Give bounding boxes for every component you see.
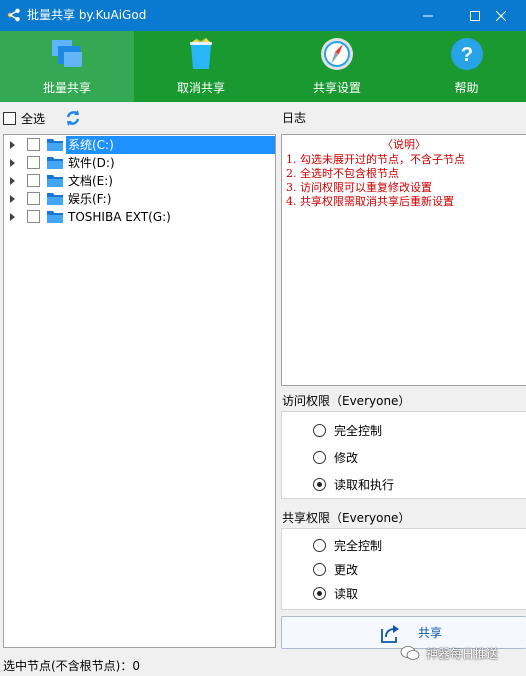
- radio-label: 完全控制: [334, 423, 383, 438]
- select-all-label: 全选: [21, 111, 46, 126]
- radio-button[interactable]: [313, 423, 326, 437]
- drive-name: 娱乐(F:): [68, 192, 112, 206]
- refresh-icon[interactable]: [63, 108, 83, 128]
- close-button[interactable]: [476, 0, 526, 31]
- access-read-execute-radio[interactable]: 读取和执行: [313, 476, 394, 492]
- expand-arrow-icon[interactable]: [10, 195, 15, 203]
- tree-item-g[interactable]: TOSHIBA EXT(G:): [4, 208, 275, 226]
- access-full-control-radio[interactable]: 完全控制: [313, 422, 382, 438]
- log-line: 2. 全选时不包含根节点: [286, 167, 399, 180]
- log-textbox[interactable]: 〈说明〉 1. 勾选未展开过的节点，不含子节点 2. 全选时不包含根节点 3. …: [281, 134, 526, 386]
- radio-label: 修改: [334, 450, 359, 465]
- share-folders-icon: [52, 40, 82, 67]
- drive-checkbox[interactable]: [27, 210, 40, 223]
- watermark-text: 神器每日推送: [426, 646, 499, 661]
- trash-bin-icon: [190, 38, 212, 69]
- tab-help-label: 帮助: [454, 81, 479, 95]
- folder-icon: [47, 193, 63, 205]
- svg-text:?: ?: [460, 44, 472, 66]
- expand-arrow-icon[interactable]: [10, 159, 15, 167]
- radio-label: 读取和执行: [334, 477, 395, 492]
- log-line: 4. 共享权限需取消共享后重新设置: [286, 195, 454, 208]
- drive-checkbox[interactable]: [27, 174, 40, 187]
- drive-name: TOSHIBA EXT(G:): [68, 210, 171, 224]
- radio-label: 更改: [334, 562, 359, 577]
- help-icon: ?: [450, 38, 483, 70]
- folder-icon: [47, 157, 63, 169]
- tree-item-e[interactable]: 文档(E:): [4, 172, 275, 190]
- access-permission-title: 访问权限（Everyone）: [282, 394, 411, 408]
- tab-help[interactable]: ? 帮助: [407, 31, 526, 102]
- share-full-control-radio[interactable]: 完全控制: [313, 537, 382, 553]
- drive-name: 文档(E:): [68, 174, 113, 188]
- radio-button[interactable]: [313, 477, 326, 491]
- close-icon: [496, 10, 506, 21]
- window-title: 批量共享 by.KuAiGod: [27, 8, 147, 22]
- share-app-icon: [7, 8, 20, 22]
- tree-item-c[interactable]: 系统(C:): [4, 136, 275, 154]
- tab-cancel-share[interactable]: 取消共享: [134, 31, 268, 102]
- log-heading: 〈说明〉: [382, 138, 426, 151]
- compass-icon: [321, 38, 353, 70]
- radio-button[interactable]: [313, 562, 326, 576]
- select-all-checkbox[interactable]: 全选: [3, 110, 45, 126]
- select-all-box[interactable]: [3, 111, 16, 125]
- share-permission-title: 共享权限（Everyone）: [282, 511, 411, 525]
- folder-icon: [47, 175, 63, 187]
- radio-label: 读取: [334, 586, 359, 601]
- share-change-radio[interactable]: 更改: [313, 561, 358, 577]
- expand-arrow-icon[interactable]: [10, 141, 15, 149]
- title-bar: 批量共享 by.KuAiGod: [0, 0, 526, 31]
- tab-cancel-share-label: 取消共享: [176, 81, 225, 95]
- log-title: 日志: [282, 111, 307, 125]
- tab-batch-share[interactable]: 批量共享: [0, 31, 134, 102]
- tab-share-settings[interactable]: 共享设置: [270, 31, 404, 102]
- drive-name: 系统(C:): [68, 138, 114, 152]
- log-line: 1. 勾选未展开过的节点，不含子节点: [286, 153, 465, 166]
- drive-checkbox[interactable]: [27, 156, 40, 169]
- tree-item-d[interactable]: 软件(D:): [4, 154, 275, 172]
- log-line: 3. 访问权限可以重复修改设置: [286, 181, 432, 194]
- tab-batch-share-label: 批量共享: [42, 81, 91, 95]
- access-modify-radio[interactable]: 修改: [313, 449, 358, 465]
- drive-checkbox[interactable]: [27, 192, 40, 205]
- expand-arrow-icon[interactable]: [10, 177, 15, 185]
- toolbar: 批量共享 取消共享 共享设置 ? 帮助: [0, 31, 526, 102]
- watermark: 神器每日推送: [400, 644, 498, 662]
- tab-share-settings-label: 共享设置: [312, 81, 361, 95]
- folder-icon: [47, 211, 63, 223]
- share-read-radio[interactable]: 读取: [313, 585, 358, 601]
- drive-checkbox[interactable]: [27, 138, 40, 151]
- radio-button[interactable]: [313, 450, 326, 464]
- status-text: 选中节点(不含根节点)：0: [3, 659, 140, 673]
- radio-button[interactable]: [313, 538, 326, 552]
- radio-button[interactable]: [313, 586, 326, 600]
- tree-item-f[interactable]: 娱乐(F:): [4, 190, 275, 208]
- minimize-button[interactable]: [403, 0, 453, 31]
- expand-arrow-icon[interactable]: [10, 213, 15, 221]
- minimize-icon: [423, 15, 433, 16]
- folder-icon: [47, 139, 63, 151]
- share-arrow-icon: [381, 625, 399, 643]
- wechat-icon: [400, 646, 420, 660]
- drive-name: 软件(D:): [68, 156, 115, 170]
- drive-tree[interactable]: 系统(C:) 软件(D:) 文档(E:) 娱乐(F:) TOSHIBA EXT(…: [3, 134, 276, 648]
- share-button-label: 共享: [418, 626, 443, 640]
- radio-label: 完全控制: [334, 538, 383, 553]
